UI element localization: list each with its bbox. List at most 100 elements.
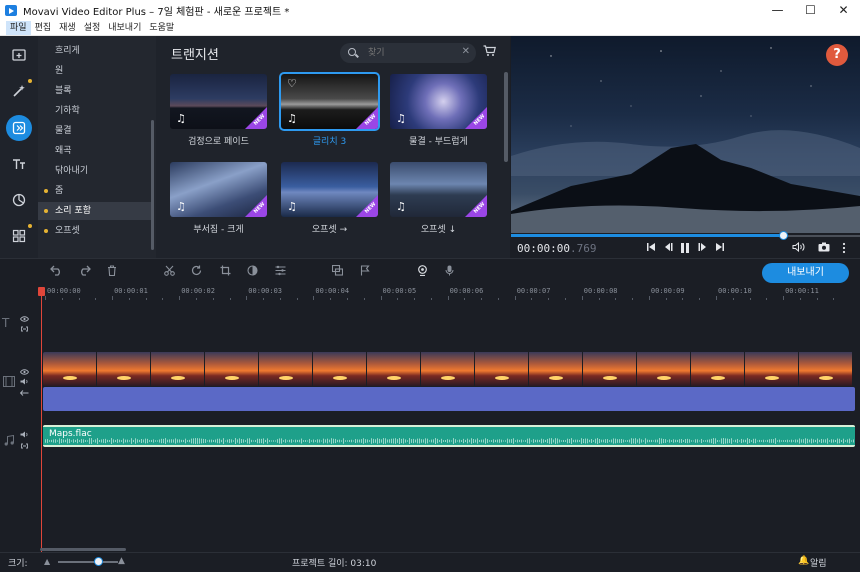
ruler-time-label: 00:00:00 bbox=[47, 287, 81, 295]
menu-bar: 파일 편집 재생 설정 내보내기 도움말 bbox=[0, 20, 860, 36]
import-icon[interactable] bbox=[6, 42, 32, 68]
category-item-zoom[interactable]: 줌 bbox=[38, 182, 153, 200]
speaker-icon[interactable] bbox=[20, 378, 29, 387]
category-item[interactable]: 물결 bbox=[38, 122, 153, 140]
speaker-icon[interactable] bbox=[20, 431, 29, 440]
menu-file[interactable]: 파일 bbox=[6, 20, 31, 35]
bell-icon[interactable]: 🔔 bbox=[798, 556, 809, 566]
transitions-panel: 트랜지션 ✕ ♫NEW 검정으로 페이드 ♡ ♫NEW 글리치 3 ♫NEW 물결 - 부드… bbox=[156, 36, 510, 258]
video-frame-thumbnail bbox=[43, 352, 97, 386]
category-item-with-sound[interactable]: 소리 포함 bbox=[38, 202, 153, 220]
menu-playback[interactable]: 재생 bbox=[55, 21, 80, 35]
category-item[interactable]: 흐리게 bbox=[38, 42, 153, 60]
zoom-slider-track[interactable] bbox=[58, 561, 118, 563]
menu-edit[interactable]: 편집 bbox=[31, 21, 56, 35]
track-headers: T bbox=[0, 300, 40, 552]
favorite-heart-icon[interactable]: ♡ bbox=[287, 77, 297, 90]
pause-icon[interactable] bbox=[680, 242, 690, 257]
delete-icon[interactable] bbox=[107, 265, 117, 279]
clear-search-icon[interactable]: ✕ bbox=[462, 46, 470, 57]
playback-progress[interactable] bbox=[511, 231, 860, 240]
volume-icon[interactable] bbox=[792, 241, 805, 255]
notifications-label[interactable]: 알림 bbox=[810, 556, 827, 569]
zoom-in-icon[interactable]: ▲ bbox=[118, 556, 125, 566]
help-button[interactable]: ? bbox=[826, 44, 848, 66]
link-arrow-icon[interactable] bbox=[19, 389, 29, 398]
link-icon[interactable] bbox=[20, 325, 29, 334]
video-audio-clip[interactable] bbox=[43, 387, 855, 411]
transition-thumbnail[interactable]: ♫ NEW bbox=[170, 74, 267, 129]
category-scrollbar[interactable] bbox=[151, 120, 154, 250]
timecode: 00:00:00.769 bbox=[517, 242, 596, 255]
overlay-icon[interactable] bbox=[331, 264, 344, 279]
minimize-button[interactable]: — bbox=[761, 0, 794, 20]
category-item[interactable]: 왜곡 bbox=[38, 142, 153, 160]
titles-icon[interactable] bbox=[6, 151, 32, 177]
category-item[interactable]: 원 bbox=[38, 62, 153, 80]
sound-note-icon: ♫ bbox=[287, 200, 297, 213]
store-cart-icon[interactable] bbox=[483, 45, 496, 57]
ruler-time-label: 00:00:02 bbox=[181, 287, 215, 295]
record-webcam-icon[interactable] bbox=[417, 265, 428, 279]
link-icon[interactable] bbox=[20, 442, 29, 451]
record-voiceover-icon[interactable] bbox=[445, 265, 454, 279]
next-frame-icon[interactable] bbox=[698, 242, 708, 255]
transitions-scrollbar[interactable] bbox=[504, 72, 508, 162]
stickers-icon[interactable] bbox=[6, 187, 32, 213]
menu-help[interactable]: 도움말 bbox=[145, 21, 178, 35]
color-adjust-icon[interactable] bbox=[247, 265, 258, 279]
timeline-toolbar bbox=[0, 258, 860, 286]
category-item[interactable]: 기하학 bbox=[38, 102, 153, 120]
marker-flag-icon[interactable] bbox=[360, 265, 370, 279]
search-input[interactable] bbox=[368, 45, 448, 61]
visibility-eye-icon[interactable] bbox=[19, 315, 30, 324]
category-item[interactable]: 블록 bbox=[38, 82, 153, 100]
category-item-offset[interactable]: 오프셋 bbox=[38, 222, 153, 240]
transition-thumbnail[interactable]: ♫ NEW bbox=[390, 162, 487, 217]
zoom-slider-handle[interactable] bbox=[94, 557, 103, 566]
video-clip[interactable] bbox=[43, 352, 855, 386]
transition-label: 글리치 3 bbox=[312, 137, 347, 147]
cut-icon[interactable] bbox=[164, 265, 175, 279]
go-to-end-icon[interactable] bbox=[715, 242, 725, 255]
transition-thumbnail[interactable]: ♡ ♫ NEW bbox=[279, 72, 380, 131]
transition-label: 오프셋 ↓ bbox=[420, 225, 457, 235]
transition-thumbnail[interactable]: ♫ NEW bbox=[390, 74, 487, 129]
new-dot bbox=[44, 189, 48, 193]
audio-clip[interactable]: Maps.flac bbox=[43, 425, 855, 447]
clip-properties-icon[interactable] bbox=[275, 265, 286, 279]
sound-note-icon: ♫ bbox=[287, 112, 297, 125]
previous-frame-icon[interactable] bbox=[663, 242, 673, 255]
more-options-icon[interactable] bbox=[842, 242, 846, 257]
export-button[interactable]: 내보내기 bbox=[762, 263, 849, 283]
window-title: Movavi Video Editor Plus – 7일 체험판 - 새로운 … bbox=[23, 6, 290, 18]
left-toolbar bbox=[0, 36, 38, 258]
title-bar: Movavi Video Editor Plus – 7일 체험판 - 새로운 … bbox=[0, 0, 860, 20]
transitions-icon[interactable] bbox=[6, 115, 32, 141]
rotate-icon[interactable] bbox=[191, 265, 202, 279]
video-frame-thumbnail bbox=[745, 352, 799, 386]
menu-settings[interactable]: 설정 bbox=[80, 21, 105, 35]
ruler-time-label: 00:00:11 bbox=[785, 287, 819, 295]
category-item[interactable]: 닦아내기 bbox=[38, 162, 153, 180]
snapshot-camera-icon[interactable] bbox=[818, 242, 830, 255]
transition-thumbnail[interactable]: ♫ NEW bbox=[170, 162, 267, 217]
title-track[interactable] bbox=[40, 300, 860, 348]
maximize-button[interactable]: ☐ bbox=[794, 0, 827, 20]
transition-label: 부서짐 - 크게 bbox=[193, 225, 244, 235]
ruler-time-label: 00:00:09 bbox=[650, 287, 685, 295]
playhead[interactable] bbox=[41, 288, 42, 552]
search-icon bbox=[348, 48, 356, 56]
video-preview[interactable] bbox=[511, 36, 860, 233]
undo-icon[interactable] bbox=[50, 265, 63, 279]
visibility-eye-icon[interactable] bbox=[19, 368, 30, 377]
crop-icon[interactable] bbox=[220, 265, 231, 279]
zoom-out-icon[interactable]: ▲ bbox=[44, 557, 50, 566]
go-to-start-icon[interactable] bbox=[646, 242, 656, 255]
timeline-scrollbar[interactable] bbox=[40, 548, 126, 551]
transition-thumbnail[interactable]: ♫ NEW bbox=[281, 162, 378, 217]
redo-icon[interactable] bbox=[78, 265, 91, 279]
menu-export[interactable]: 내보내기 bbox=[104, 21, 145, 35]
close-button[interactable]: ✕ bbox=[827, 0, 860, 20]
playhead-handle[interactable] bbox=[38, 287, 45, 296]
